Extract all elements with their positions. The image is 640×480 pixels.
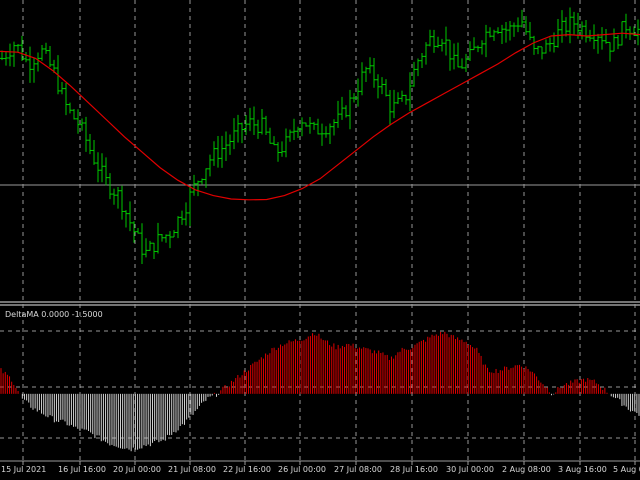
x-tick-label: 5 Aug 00:00 [613,465,640,474]
x-tick-label: 20 Jul 00:00 [113,465,161,474]
x-tick-label: 3 Aug 16:00 [558,465,607,474]
x-tick-label: 21 Jul 08:00 [168,465,216,474]
x-tick-label: 28 Jul 16:00 [390,465,438,474]
chart-background [0,0,640,480]
x-tick-label: 30 Jul 00:00 [446,465,494,474]
x-tick-label: 16 Jul 16:00 [58,465,106,474]
x-tick-label: 2 Aug 08:00 [502,465,551,474]
x-tick-label: 22 Jul 16:00 [223,465,271,474]
x-tick-label: 27 Jul 08:00 [334,465,382,474]
price-chart[interactable]: DeltaMA 0.0000 -1.5000 15 Jul 2021 16 Jul… [0,0,640,480]
indicator-title: DeltaMA 0.0000 -1.5000 [5,310,103,319]
x-tick-label: 26 Jul 00:00 [278,465,326,474]
x-tick-label: 15 Jul 2021 [1,465,46,474]
